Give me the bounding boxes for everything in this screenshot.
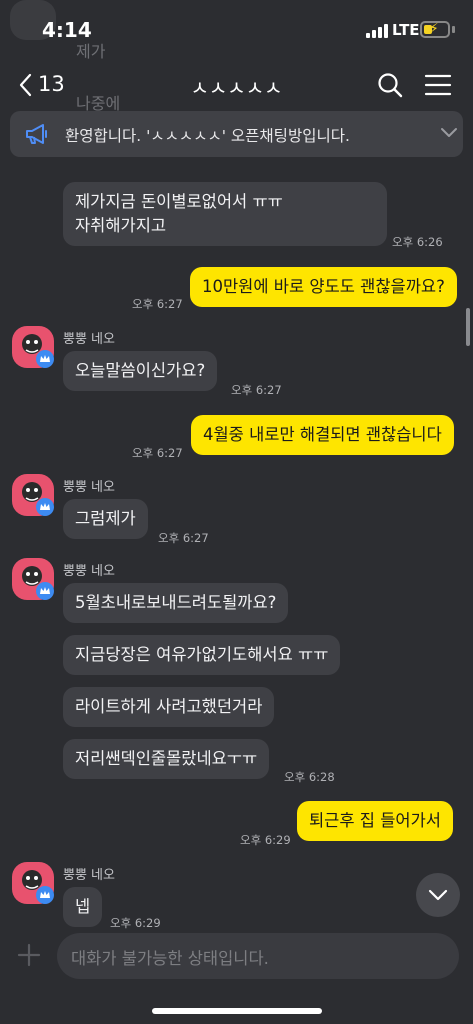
avatar[interactable] — [12, 326, 54, 368]
search-icon — [378, 73, 403, 98]
battery-cap — [452, 26, 455, 33]
message-time: 오후 6:26 — [392, 235, 443, 249]
avatar[interactable] — [12, 862, 54, 904]
chat-header: 13 ㅅㅅㅅㅅㅅ — [0, 60, 473, 110]
back-button[interactable]: 13 — [18, 70, 78, 100]
outgoing-message-bubble[interactable]: 퇴근후 집 들어가서 — [297, 801, 453, 841]
network-label: LTE — [392, 21, 420, 39]
scrollbar[interactable] — [466, 308, 470, 346]
unread-count: 13 — [38, 72, 65, 96]
notice-banner[interactable]: 환영합니다. 'ㅅㅅㅅㅅㅅ' 오픈채팅방입니다. — [10, 111, 463, 157]
incoming-message-bubble[interactable]: 그럼제가 — [63, 499, 148, 539]
message-time: 오후 6:29 — [110, 916, 161, 930]
message-time: 오후 6:29 — [240, 833, 291, 847]
incoming-message-bubble[interactable]: 제가지금 돈이별로없어서 ㅠㅠ 자취해가지고 — [63, 182, 387, 246]
chevron-left-icon — [19, 73, 32, 97]
scroll-to-bottom-button[interactable] — [416, 873, 460, 917]
signal-icon — [366, 24, 388, 38]
incoming-message-bubble[interactable]: 지금당장은 여유가없기도해서요 ㅠㅠ — [63, 635, 341, 675]
chevron-down-icon[interactable] — [440, 127, 458, 139]
incoming-message-bubble[interactable]: 오늘말씀이신가요? — [63, 351, 218, 391]
menu-button[interactable] — [422, 69, 454, 101]
sender-name: 뿡뿡 네오 — [63, 480, 115, 495]
incoming-message-bubble[interactable]: 넵 — [63, 887, 103, 927]
sender-name: 뿡뿡 네오 — [63, 868, 115, 883]
avatar[interactable] — [12, 474, 54, 516]
home-indicator[interactable] — [152, 1008, 322, 1014]
avatar[interactable] — [12, 558, 54, 600]
incoming-message-bubble[interactable]: 5월초내로보내드려도될까요? — [63, 583, 289, 623]
notice-text: 환영합니다. 'ㅅㅅㅅㅅㅅ' 오픈채팅방입니다. — [65, 127, 350, 145]
message-time: 오후 6:27 — [158, 531, 209, 545]
message-time: 오후 6:27 — [132, 446, 183, 460]
status-bar: 4:14 LTE ⚡ — [0, 0, 473, 60]
message-time: 오후 6:27 — [231, 383, 282, 397]
message-input[interactable]: 대화가 불가능한 상태입니다. — [57, 933, 459, 979]
incoming-message-bubble[interactable]: 저리쌘덱인줄몰랐네요ㅜㅠ — [63, 739, 270, 779]
megaphone-icon — [26, 124, 47, 144]
sender-name: 뿡뿡 네오 — [63, 332, 115, 347]
chat-title: ㅅㅅㅅㅅㅅ — [190, 76, 283, 100]
outgoing-message-bubble[interactable]: 4월중 내로만 해결되면 괜찮습니다 — [191, 415, 454, 455]
hamburger-menu-icon — [424, 74, 452, 96]
message-time: 오후 6:27 — [132, 297, 183, 311]
message-list[interactable]: 제가지금 돈이별로없어서 ㅠㅠ 자취해가지고 오후 6:26 10만원에 바로 … — [0, 157, 473, 930]
message-time: 오후 6:28 — [284, 770, 335, 784]
battery-icon: ⚡ — [420, 21, 450, 38]
chevron-down-icon — [428, 889, 448, 901]
plus-icon[interactable] — [16, 942, 42, 968]
status-time: 4:14 — [42, 18, 92, 42]
input-bar: 대화가 불가능한 상태입니다. — [0, 930, 473, 1024]
outgoing-message-bubble[interactable]: 10만원에 바로 양도도 괜찮을까요? — [190, 267, 457, 307]
search-button[interactable] — [374, 69, 406, 101]
incoming-message-bubble[interactable]: 라이트하게 사려고했던거라 — [63, 687, 275, 727]
sender-name: 뿡뿡 네오 — [63, 564, 115, 579]
